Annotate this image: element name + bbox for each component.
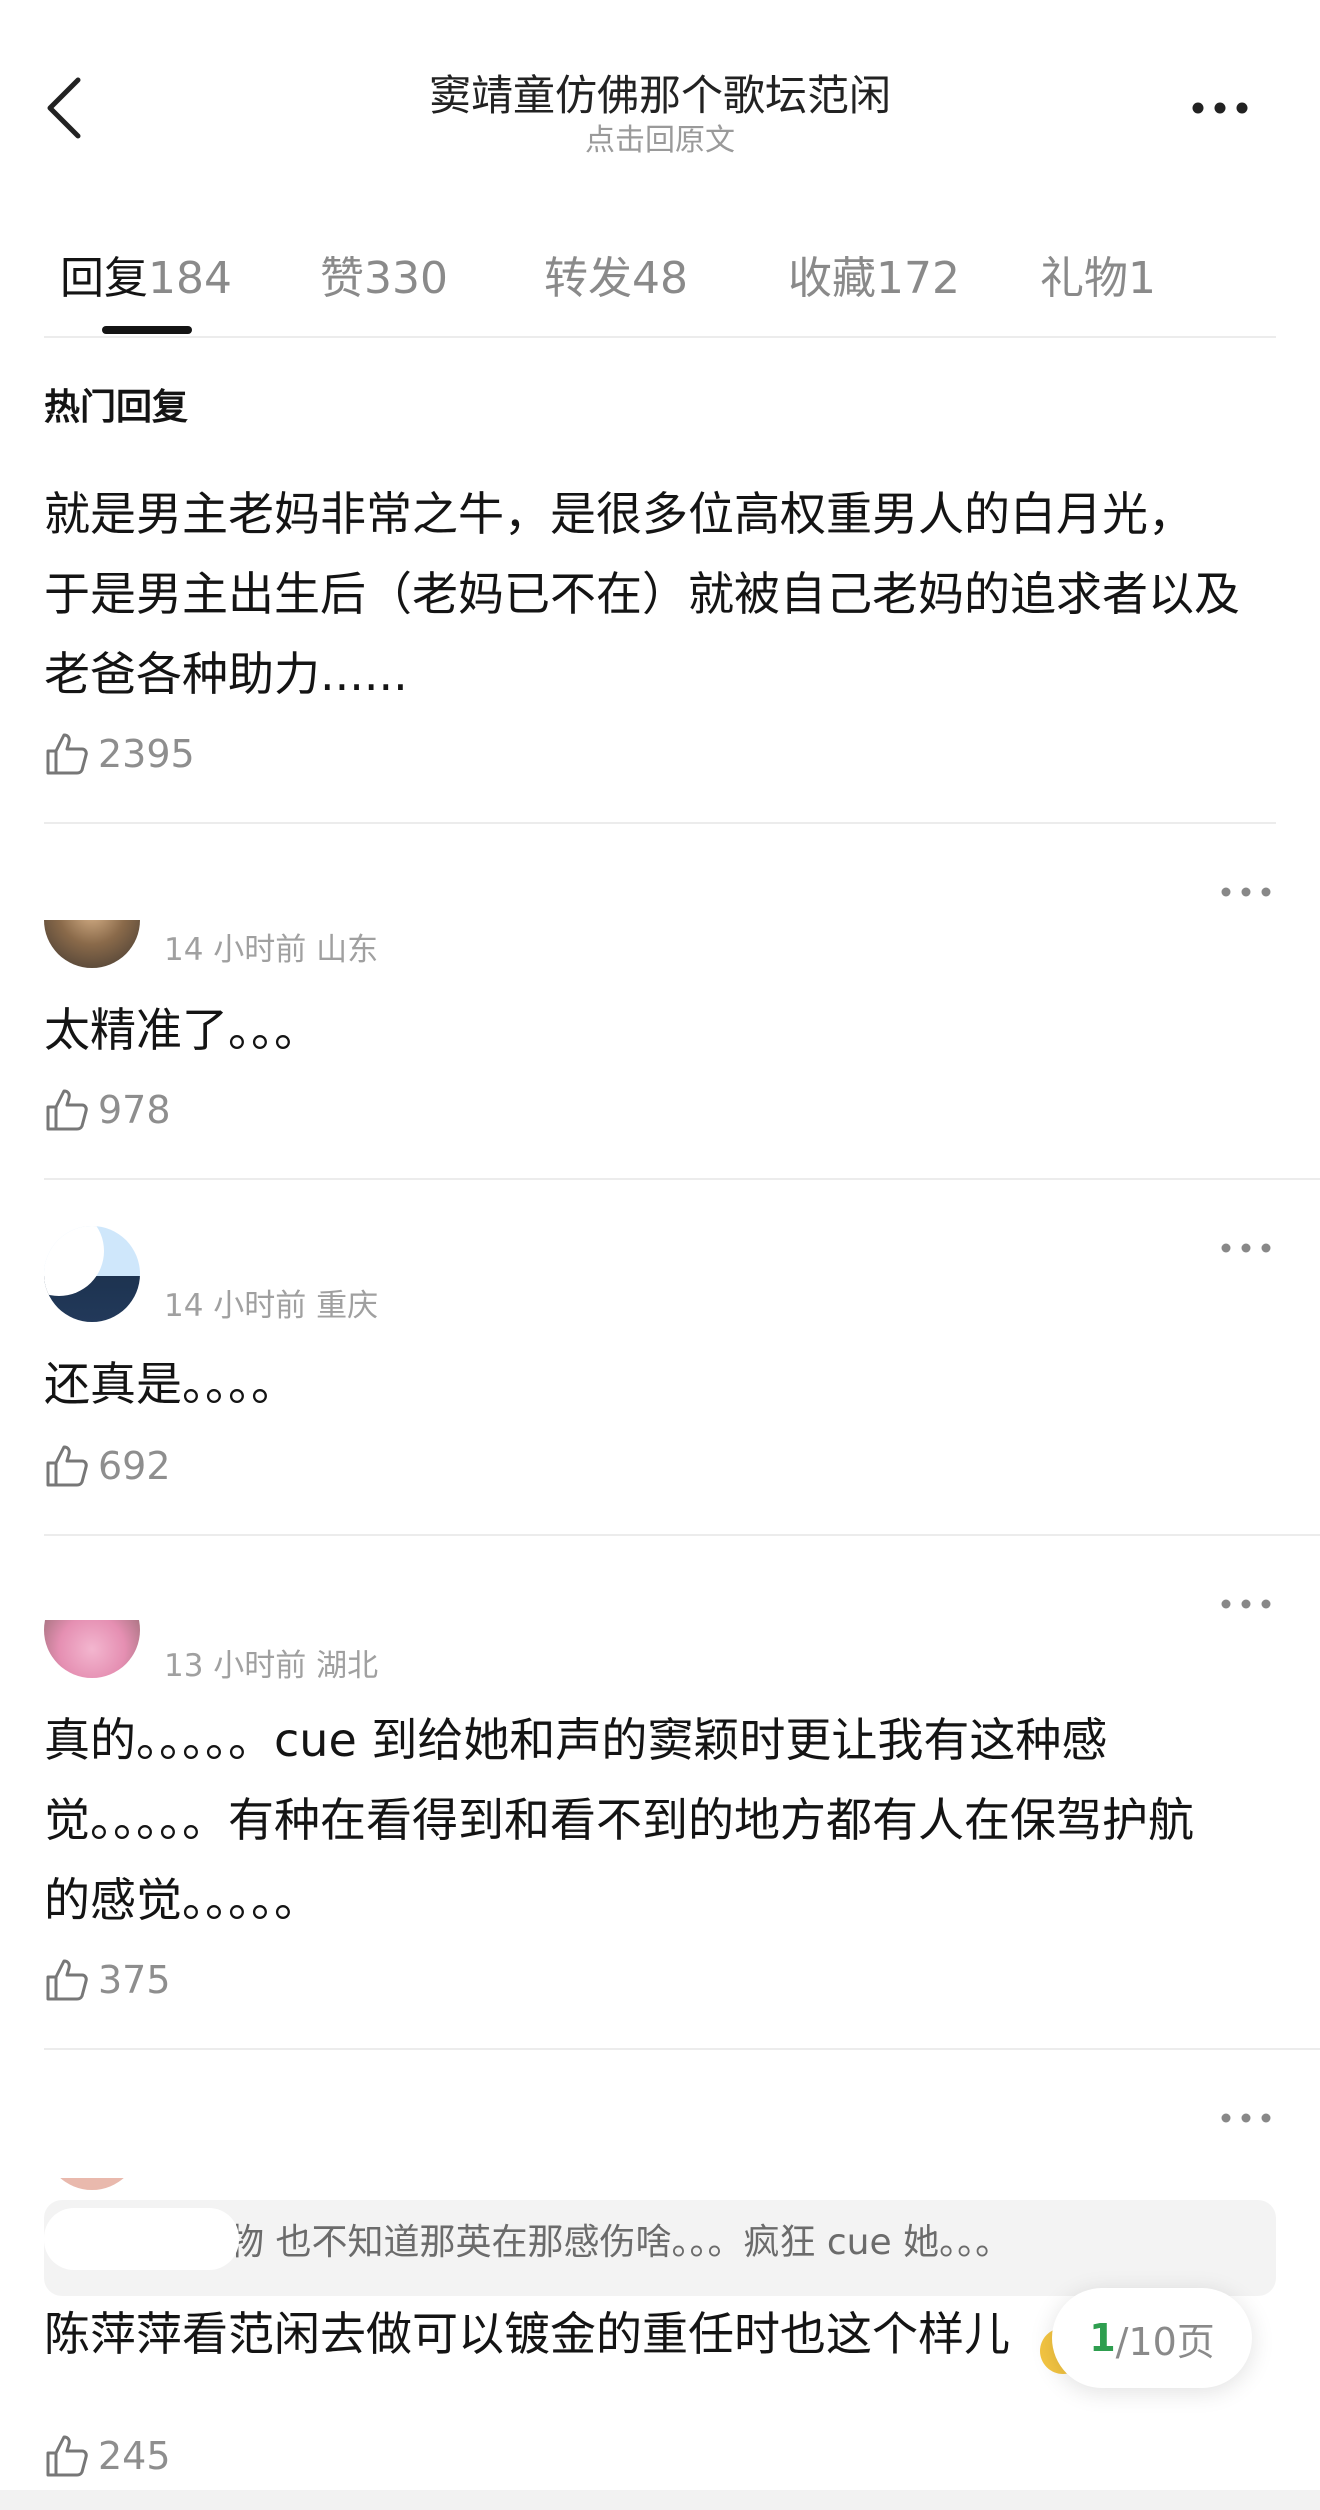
page-indicator[interactable]: 1/10页 bbox=[1052, 2288, 1252, 2388]
comment-text: 陈萍萍看范闲去做可以镀金的重任时也这个样儿 bbox=[44, 2307, 1010, 2361]
comment-text: 太精准了。。。 bbox=[44, 1003, 320, 1057]
hot-reply-text: 就是男主老妈非常之牛，是很多位高权重男人的白月光， 于是男主出生后（老妈已不在）… bbox=[44, 487, 1240, 701]
quoted-reply-text: 物 也不知道那英在那感伤啥。。。疯狂 cue 她。。。 bbox=[228, 2222, 1012, 2263]
divider bbox=[44, 1178, 1320, 1180]
like-button[interactable]: 245 bbox=[44, 2430, 171, 2482]
like-count: 2395 bbox=[98, 732, 195, 776]
divider bbox=[44, 822, 1276, 824]
divider bbox=[44, 2048, 1320, 2050]
avatar[interactable] bbox=[44, 2178, 140, 2190]
tab-replies[interactable]: 回复184 bbox=[60, 242, 232, 306]
thumbs-up-icon bbox=[46, 1445, 88, 1487]
like-count: 978 bbox=[98, 1088, 171, 1132]
divider bbox=[44, 1534, 1320, 1536]
thumbs-up-icon bbox=[46, 1089, 88, 1131]
bottom-bar bbox=[0, 2490, 1320, 2510]
quoted-user-blur bbox=[44, 2208, 239, 2270]
divider bbox=[44, 336, 1276, 338]
like-count: 375 bbox=[98, 1958, 171, 2002]
active-tab-indicator bbox=[102, 326, 192, 334]
comment-meta: 14 小时前 重庆 bbox=[164, 1288, 379, 1324]
avatar[interactable] bbox=[44, 920, 140, 968]
tab-gifts[interactable]: 礼物1 bbox=[1040, 242, 1156, 306]
more-icon[interactable] bbox=[1220, 1240, 1272, 1256]
tab-reposts[interactable]: 转发48 bbox=[544, 242, 688, 306]
more-icon[interactable] bbox=[1220, 2110, 1272, 2126]
like-count: 245 bbox=[98, 2434, 171, 2478]
thumbs-up-icon bbox=[46, 2435, 88, 2477]
comment-text: 还真是。。。。 bbox=[44, 1357, 297, 1411]
like-button[interactable]: 692 bbox=[44, 1440, 171, 1492]
back-to-original-link[interactable]: 点击回原文 bbox=[0, 115, 1320, 159]
section-title: 热门回复 bbox=[44, 387, 189, 428]
more-icon[interactable] bbox=[1190, 96, 1250, 120]
like-button[interactable]: 978 bbox=[44, 1084, 171, 1136]
comment-meta: 13 小时前 湖北 bbox=[164, 1648, 379, 1684]
avatar[interactable] bbox=[44, 1226, 140, 1322]
like-button[interactable]: 2395 bbox=[44, 728, 195, 780]
tab-likes[interactable]: 赞330 bbox=[320, 242, 448, 306]
comment-text: 真的。。。。。cue 到给她和声的窦颖时更让我有这种感 觉。。。。。有种在看得到… bbox=[44, 1713, 1194, 1927]
more-icon[interactable] bbox=[1220, 1596, 1272, 1612]
thumbs-up-icon bbox=[46, 1959, 88, 2001]
tab-favorites[interactable]: 收藏172 bbox=[788, 242, 960, 306]
thumbs-up-icon bbox=[46, 733, 88, 775]
avatar[interactable] bbox=[44, 1620, 140, 1678]
page-title: 窦靖童仿佛那个歌坛范闲 bbox=[428, 71, 891, 120]
more-icon[interactable] bbox=[1220, 884, 1272, 900]
comment-meta: 14 小时前 山东 bbox=[164, 932, 379, 968]
like-button[interactable]: 375 bbox=[44, 1954, 171, 2006]
like-count: 692 bbox=[98, 1444, 171, 1488]
